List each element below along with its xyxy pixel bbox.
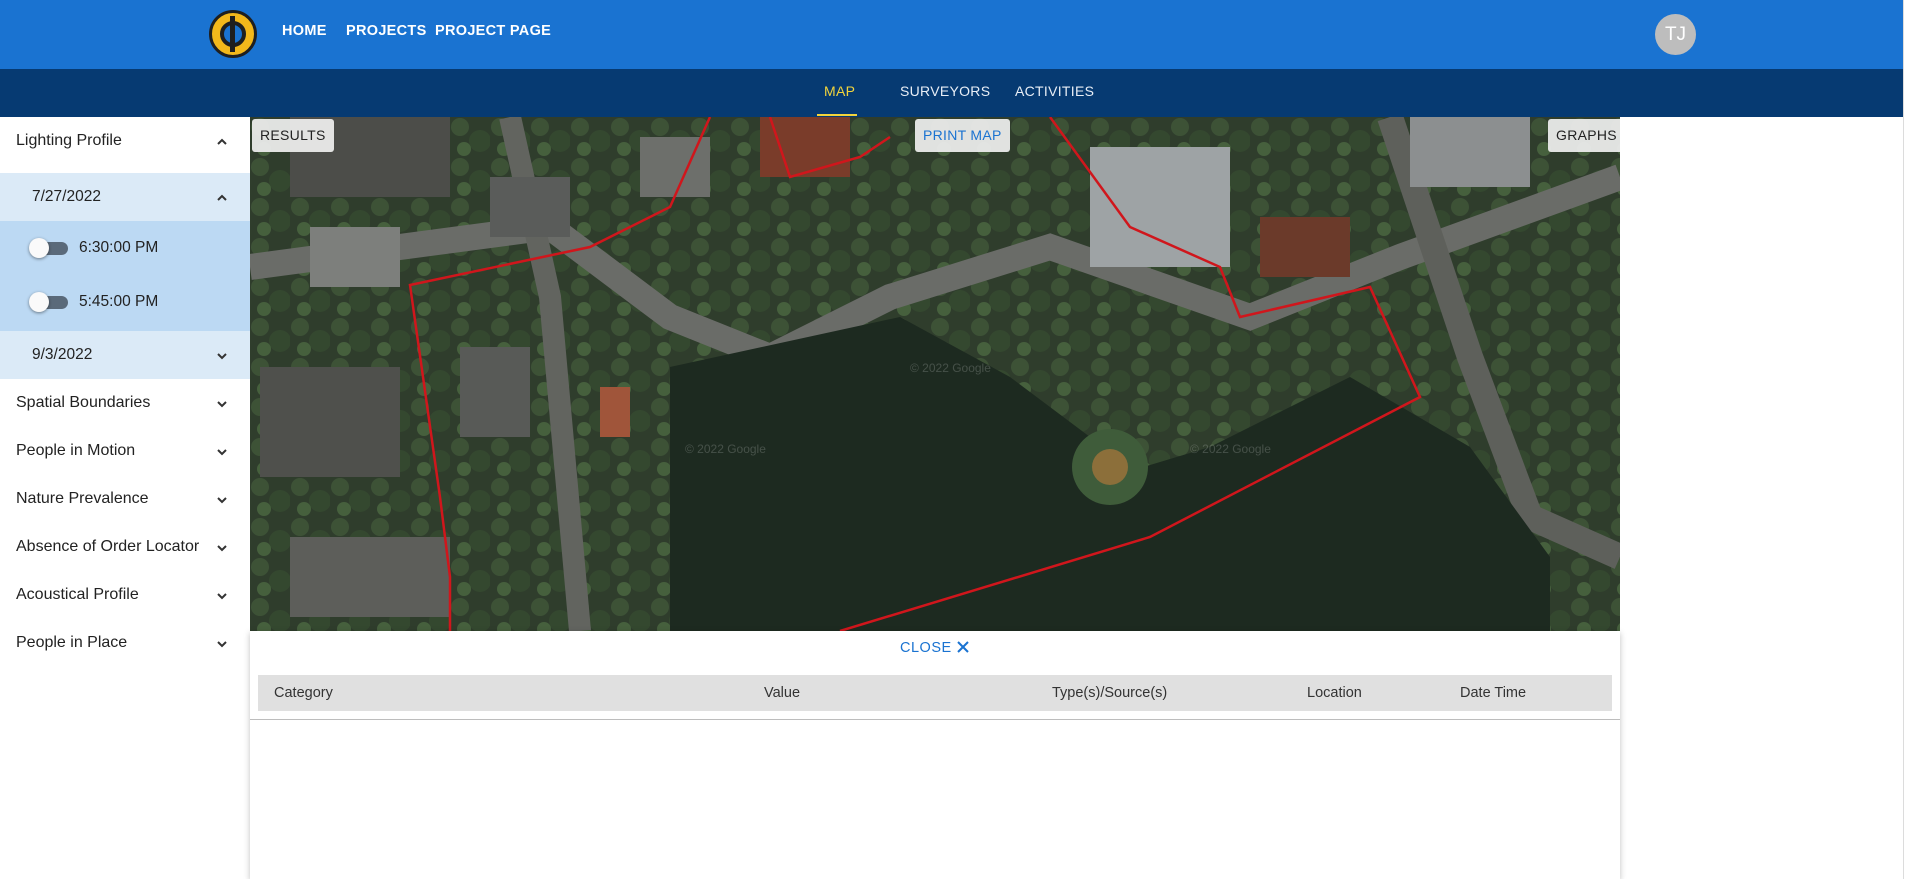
nav-home[interactable]: HOME <box>282 23 327 39</box>
accordion-date-0903[interactable]: 9/3/2022 <box>0 331 250 379</box>
column-header-type-source[interactable]: Type(s)/Source(s) <box>1052 685 1167 701</box>
brand-logo-icon[interactable] <box>209 10 257 58</box>
accordion-label: 7/27/2022 <box>32 188 101 205</box>
column-header-category[interactable]: Category <box>274 685 333 701</box>
chevron-down-icon <box>216 397 227 408</box>
graphs-button[interactable]: GRAPHS <box>1548 119 1620 152</box>
active-tab-indicator <box>817 114 857 116</box>
time-label: 5:45:00 PM <box>79 293 159 310</box>
app-header: HOME PROJECTS PROJECT PAGE TJ <box>0 0 1903 69</box>
column-header-location[interactable]: Location <box>1307 685 1362 701</box>
accordion-label: Spatial Boundaries <box>16 394 151 411</box>
time-toggle-row[interactable]: 6:30:00 PM <box>0 221 250 275</box>
results-table-header: Category Value Type(s)/Source(s) Locatio… <box>258 675 1612 711</box>
tab-activities[interactable]: ACTIVITIES <box>1015 83 1094 99</box>
results-button[interactable]: RESULTS <box>252 119 334 152</box>
chevron-down-icon <box>216 493 227 504</box>
chevron-down-icon <box>216 349 227 360</box>
accordion-label: 9/3/2022 <box>32 346 93 363</box>
accordion-label: People in Motion <box>16 442 136 459</box>
chevron-up-icon <box>216 135 227 145</box>
page-scrollbar[interactable] <box>1903 0 1920 879</box>
close-label: CLOSE <box>900 640 952 656</box>
chevron-down-icon <box>216 589 227 600</box>
chevron-down-icon <box>216 637 227 648</box>
accordion-absence-of-order-locator[interactable]: Absence of Order Locator <box>0 523 250 571</box>
accordion-label: Nature Prevalence <box>16 490 149 507</box>
print-map-button[interactable]: PRINT MAP <box>915 119 1010 152</box>
chevron-down-icon <box>216 541 227 552</box>
accordion-lighting-profile[interactable]: Lighting Profile <box>0 117 250 165</box>
satellite-imagery: © 2022 Google © 2022 Google © 2022 Googl… <box>250 117 1620 631</box>
accordion-date-0727[interactable]: 7/27/2022 <box>0 173 250 221</box>
map-watermark: © 2022 Google <box>685 442 766 456</box>
sidebar: Lighting Profile 7/27/2022 6:30:00 PM 5:… <box>0 117 250 879</box>
close-button[interactable]: CLOSE <box>900 640 970 656</box>
satellite-map[interactable]: © 2022 Google © 2022 Google © 2022 Googl… <box>250 117 1620 631</box>
accordion-label: People in Place <box>16 634 128 651</box>
column-header-value[interactable]: Value <box>764 685 800 701</box>
column-header-date-time[interactable]: Date Time <box>1460 685 1526 701</box>
accordion-acoustical-profile[interactable]: Acoustical Profile <box>0 571 250 619</box>
toggle-switch[interactable] <box>29 292 49 312</box>
map-watermark: © 2022 Google <box>910 361 991 375</box>
nav-project-page[interactable]: PROJECT PAGE <box>435 23 551 39</box>
logo-bar <box>230 16 235 52</box>
close-icon <box>956 640 970 654</box>
toggle-switch[interactable] <box>29 238 49 258</box>
chevron-up-icon <box>216 191 227 201</box>
time-label: 6:30:00 PM <box>79 239 159 256</box>
map-watermark: © 2022 Google <box>1190 442 1271 456</box>
table-divider <box>250 719 1620 720</box>
time-list: 6:30:00 PM 5:45:00 PM <box>0 221 250 331</box>
accordion-nature-prevalence[interactable]: Nature Prevalence <box>0 475 250 523</box>
accordion-spatial-boundaries[interactable]: Spatial Boundaries <box>0 379 250 427</box>
sub-navigation: MAP SURVEYORS ACTIVITIES <box>0 69 1903 117</box>
user-avatar[interactable]: TJ <box>1655 14 1696 55</box>
accordion-label: Lighting Profile <box>16 132 122 149</box>
accordion-label: Absence of Order Locator <box>16 538 200 555</box>
tab-surveyors[interactable]: SURVEYORS <box>900 83 990 99</box>
tab-map[interactable]: MAP <box>824 83 855 99</box>
time-toggle-row[interactable]: 5:45:00 PM <box>0 275 250 329</box>
chevron-down-icon <box>216 445 227 456</box>
accordion-people-in-motion[interactable]: People in Motion <box>0 427 250 475</box>
accordion-people-in-place[interactable]: People in Place <box>0 619 250 667</box>
results-panel: CLOSE Category Value Type(s)/Source(s) L… <box>250 631 1620 879</box>
nav-projects[interactable]: PROJECTS <box>346 23 427 39</box>
accordion-label: Acoustical Profile <box>16 586 139 603</box>
